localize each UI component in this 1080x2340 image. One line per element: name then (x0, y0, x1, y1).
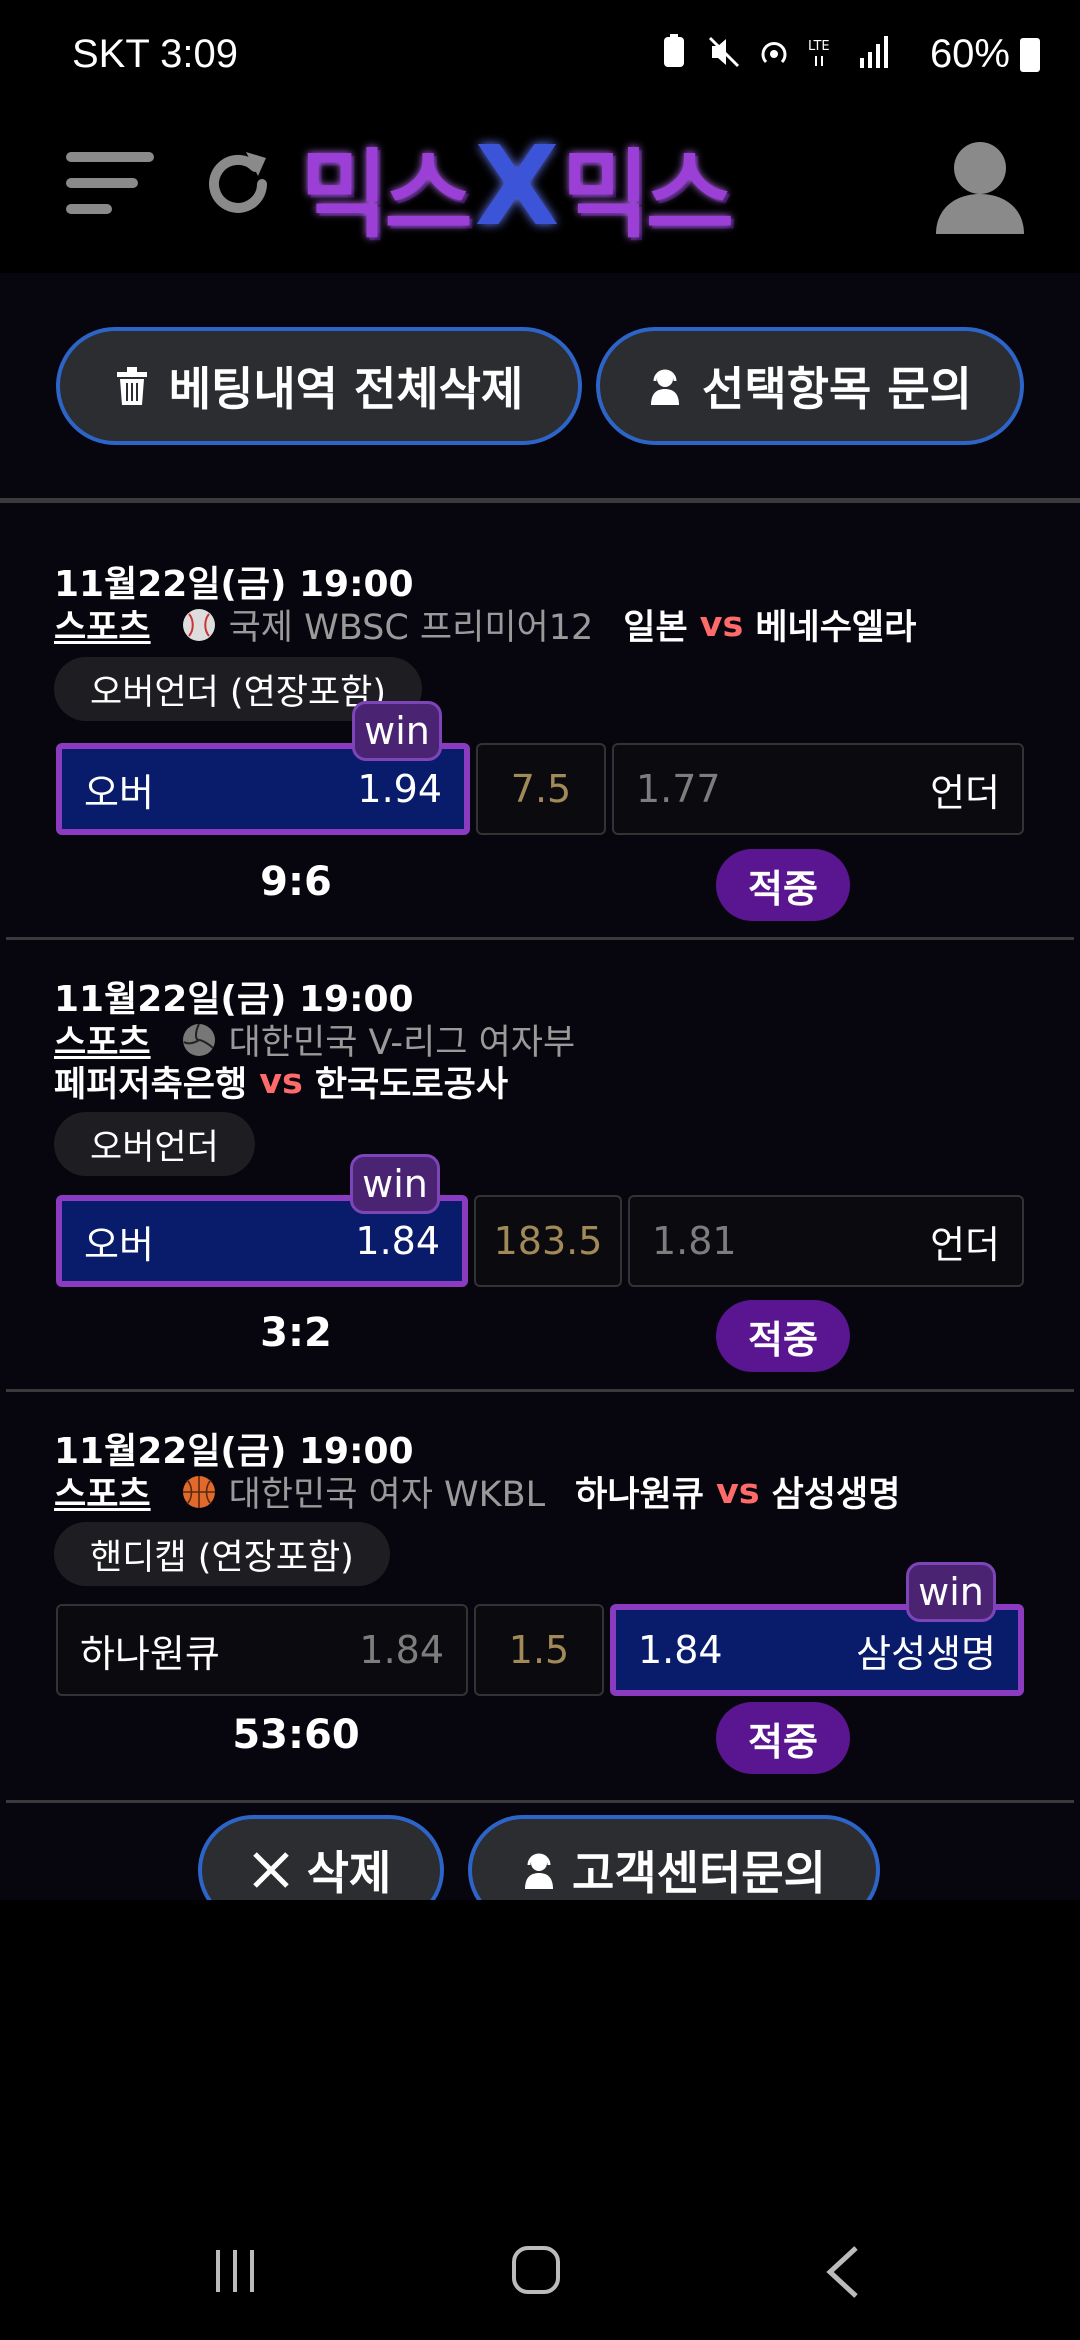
handicap-line: 1.5 (474, 1604, 604, 1696)
bet-card: 11월22일(금) 19:00 스포츠 대한민국 여자 WKBL 하나원큐 vs… (0, 1392, 1080, 1802)
customer-center-label: 고객센터문의 (572, 1846, 826, 1900)
home-team: 페퍼저축은행 (54, 1065, 248, 1105)
home-icon[interactable] (510, 2244, 562, 2296)
delete-label: 삭제 (306, 1846, 392, 1900)
odds-value: 1.84 (359, 1628, 444, 1672)
hamburger-menu-icon[interactable] (62, 144, 158, 224)
battery-saver-icon (664, 34, 684, 67)
odds-value: 1.77 (636, 767, 721, 811)
signal-icon (860, 36, 888, 68)
refresh-icon[interactable] (200, 146, 276, 222)
league-name: 국제 WBSC 프리미어12 (228, 608, 594, 648)
odds-label: 언더 (930, 770, 1000, 815)
final-score: 9:6 (260, 859, 332, 905)
customer-center-inquiry-button[interactable]: 고객센터문의 (468, 1815, 880, 1900)
inquire-selected-button[interactable]: 선택항목 문의 (596, 327, 1024, 445)
win-badge: win (350, 1154, 440, 1214)
status-carrier-time: SKT 3:09 (72, 32, 239, 76)
odds-value: 1.81 (652, 1219, 737, 1263)
odds-value: 1.84 (638, 1628, 723, 1672)
odds-label: 오버 (84, 770, 154, 815)
away-team: 베네수엘라 (755, 608, 917, 648)
vs-label: vs (715, 1471, 760, 1512)
handicap-line: 7.5 (476, 743, 606, 835)
top-action-bar: 베팅내역 전체삭제 선택항목 문의 (0, 273, 1080, 498)
home-team: 일본 (623, 608, 688, 648)
delete-all-history-button[interactable]: 베팅내역 전체삭제 (56, 327, 582, 445)
lte-icon: LTE (808, 39, 830, 66)
away-team: 한국도로공사 (314, 1065, 509, 1105)
back-icon[interactable] (820, 2242, 864, 2302)
battery-icon (1020, 38, 1040, 72)
category-label: 스포츠 (54, 608, 151, 648)
inquire-selected-label: 선택항목 문의 (702, 362, 972, 416)
handicap-line: 183.5 (474, 1195, 622, 1287)
market-type-tag: 핸디캡 (연장포함) (54, 1522, 390, 1586)
support-agent-icon (651, 369, 680, 405)
delete-button[interactable]: 삭제 (198, 1815, 444, 1900)
user-profile-icon[interactable] (932, 138, 1028, 238)
result-hit-badge: 적중 (716, 1702, 850, 1774)
bet-meta: 스포츠 국제 WBSC 프리미어12 일본 vs 베네수엘라 (54, 599, 916, 650)
mute-icon (708, 36, 740, 68)
vs-label: vs (699, 604, 744, 645)
odds-value: 1.84 (355, 1219, 440, 1263)
win-badge: win (906, 1562, 996, 1622)
battery-percentage: 60% (929, 32, 1010, 76)
baseball-icon (182, 608, 215, 641)
bet-teams: 페퍼저축은행 vs 한국도로공사 (54, 1056, 508, 1107)
app-logo[interactable]: 믹스 X 믹스 (300, 122, 734, 251)
system-navigation-bar (0, 2180, 1080, 2340)
odds-home[interactable]: 하나원큐 1.84 (56, 1604, 468, 1696)
status-icons: LTE (658, 34, 890, 70)
logo-text-left: 믹스 (300, 138, 473, 251)
logo-text-x: X (474, 122, 560, 250)
bet-meta: 스포츠 대한민국 여자 WKBL 하나원큐 vs 삼성생명 (54, 1466, 900, 1517)
basketball-icon (182, 1475, 215, 1508)
bet-card: 11월22일(금) 19:00 스포츠 국제 WBSC 프리미어12 일본 vs… (0, 503, 1080, 939)
svg-text:LTE: LTE (808, 39, 830, 54)
odds-value: 1.94 (357, 767, 442, 811)
odds-under[interactable]: 1.81 언더 (628, 1195, 1024, 1287)
win-badge: win (352, 701, 442, 761)
status-bar: SKT 3:09 LTE 60% (0, 0, 1080, 118)
away-team: 삼성생명 (771, 1475, 901, 1515)
result-hit-badge: 적중 (716, 1300, 850, 1372)
result-hit-badge: 적중 (716, 849, 850, 921)
volleyball-icon (182, 1023, 215, 1056)
bet-history-list: 11월22일(금) 19:00 스포츠 국제 WBSC 프리미어12 일본 vs… (0, 503, 1080, 1900)
final-score: 3:2 (260, 1310, 332, 1356)
market-type-tag: 오버언더 (54, 1112, 255, 1176)
odds-label: 하나원큐 (80, 1631, 220, 1676)
hotspot-icon (761, 42, 787, 64)
bottom-action-bar: 삭제 고객센터문의 (0, 1793, 1080, 1900)
odds-label: 삼성생명 (856, 1631, 996, 1676)
final-score: 53:60 (232, 1712, 360, 1758)
app-header: 믹스 X 믹스 (0, 118, 1080, 273)
vs-label: vs (259, 1061, 303, 1102)
close-icon (252, 1852, 289, 1888)
odds-under[interactable]: 1.77 언더 (612, 743, 1024, 835)
bet-card: 11월22일(금) 19:00 스포츠 대한민국 V-리그 여자부 페퍼저축은행… (0, 940, 1080, 1390)
league-name: 대한민국 여자 WKBL (228, 1475, 546, 1515)
odds-label: 오버 (84, 1222, 154, 1267)
delete-all-label: 베팅내역 전체삭제 (168, 362, 524, 416)
recent-apps-icon[interactable] (210, 2246, 260, 2296)
odds-label: 언더 (930, 1222, 1000, 1267)
home-team: 하나원큐 (575, 1475, 704, 1515)
support-agent-icon (525, 1853, 554, 1889)
trash-icon (116, 367, 147, 405)
category-label: 스포츠 (54, 1475, 151, 1515)
logo-text-right: 믹스 (561, 138, 734, 251)
